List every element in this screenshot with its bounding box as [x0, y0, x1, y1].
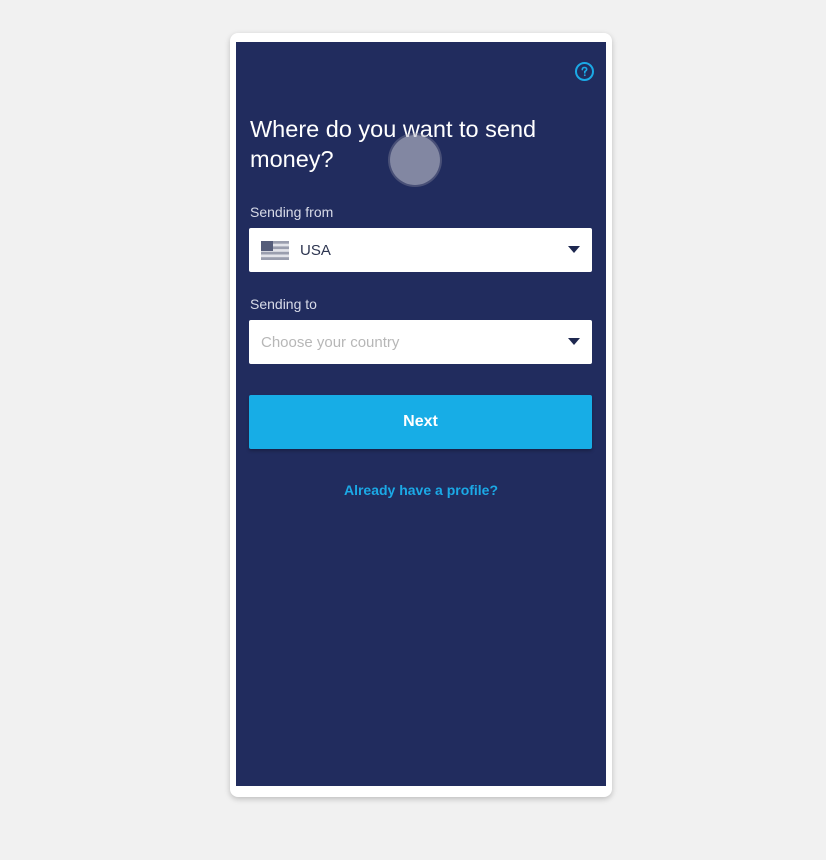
chevron-down-icon: [568, 338, 580, 345]
us-flag-icon: [261, 240, 289, 260]
already-have-profile-link[interactable]: Already have a profile?: [236, 482, 606, 498]
touch-indicator: [390, 135, 440, 185]
sending-from-select[interactable]: USA: [249, 228, 592, 272]
question-mark-glyph: [581, 66, 588, 77]
help-icon[interactable]: [575, 62, 594, 81]
next-button[interactable]: Next: [249, 395, 592, 449]
app-screen: Where do you want to send money? Sending…: [236, 42, 606, 786]
sending-from-value: USA: [300, 241, 331, 259]
phone-frame: Where do you want to send money? Sending…: [230, 33, 612, 797]
chevron-down-icon: [568, 246, 580, 253]
sending-to-placeholder: Choose your country: [261, 333, 400, 351]
sending-to-label: Sending to: [250, 296, 317, 312]
sending-from-label: Sending from: [250, 204, 334, 220]
page-background: Where do you want to send money? Sending…: [0, 0, 826, 860]
sending-to-select[interactable]: Choose your country: [249, 320, 592, 364]
